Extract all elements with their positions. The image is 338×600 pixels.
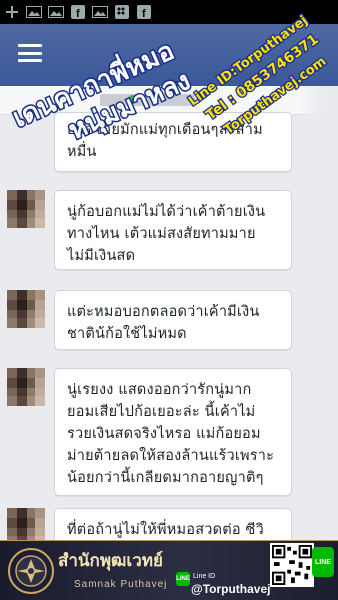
line-id-label: Line ID xyxy=(193,573,216,580)
svg-text:f: f xyxy=(142,8,146,19)
avatar[interactable] xyxy=(7,368,45,406)
svg-text:f: f xyxy=(76,8,80,19)
facebook-icon: f xyxy=(70,5,86,19)
message-text: แต่ะหมอบอกตลอดว่าเค้ามีเงิน ชาติน้ก้อใช้… xyxy=(67,304,260,342)
image-icon xyxy=(26,5,42,19)
status-bar: f f xyxy=(0,0,338,24)
app-bar xyxy=(0,24,338,86)
seal-icon xyxy=(8,548,54,594)
chat-header xyxy=(0,86,338,115)
qr-code-icon[interactable] xyxy=(270,543,314,587)
line-app-icon: LINE xyxy=(176,572,190,586)
line-badge[interactable]: LINE xyxy=(312,547,334,577)
message-bubble[interactable]: นู่เรยงง แสดงออกว่ารักนู่มาก ยอมเสียไปก้… xyxy=(54,368,292,496)
scroll-edge-fade xyxy=(300,86,338,540)
message-text: ที่ต่อถ้านู่ไม่ให้พี่หมอสวดต่อ ซีวิ xyxy=(67,522,264,538)
message-bubble[interactable]: นู่ก้อบอกแม่ไม่ได้ว่าเค้าต้ายเงิน ทางไหน… xyxy=(54,190,292,270)
plus-icon xyxy=(4,5,20,19)
message-bubble[interactable]: แต่ะหมอบอกตลอดว่าเค้ามีเงิน ชาติน้ก้อใช้… xyxy=(54,290,292,350)
contact-name-blurred xyxy=(100,94,195,106)
message-bubble[interactable]: อมจ๋จ่ายมักแม่ทุกเดือนๆละสาม หมื่น xyxy=(54,112,292,172)
bbm-icon xyxy=(114,5,130,19)
brand-name-english: Samnak Puthavej xyxy=(74,579,168,590)
image-icon xyxy=(92,5,108,19)
message-text: นู่ก้อบอกแม่ไม่ได้ว่าเค้าต้ายเงิน ทางไหน… xyxy=(67,204,266,264)
online-status-icon xyxy=(128,95,137,104)
footer-banner: สำนักพุฒเวทย์ Samnak Puthavej LINE Line … xyxy=(0,540,338,600)
hamburger-icon[interactable] xyxy=(18,44,42,62)
avatar[interactable] xyxy=(7,290,45,328)
avatar[interactable] xyxy=(7,190,45,228)
message-text: อมจ๋จ่ายมักแม่ทุกเดือนๆละสาม หมื่น xyxy=(67,122,263,160)
message-text: นู่เรยงง แสดงออกว่ารักนู่มาก ยอมเสียไปก้… xyxy=(67,382,275,486)
line-id-value[interactable]: @Torputhavej xyxy=(191,582,270,596)
brand-name-thai: สำนักพุฒเวทย์ xyxy=(58,551,163,571)
facebook-icon: f xyxy=(136,5,152,19)
image-icon xyxy=(48,5,64,19)
